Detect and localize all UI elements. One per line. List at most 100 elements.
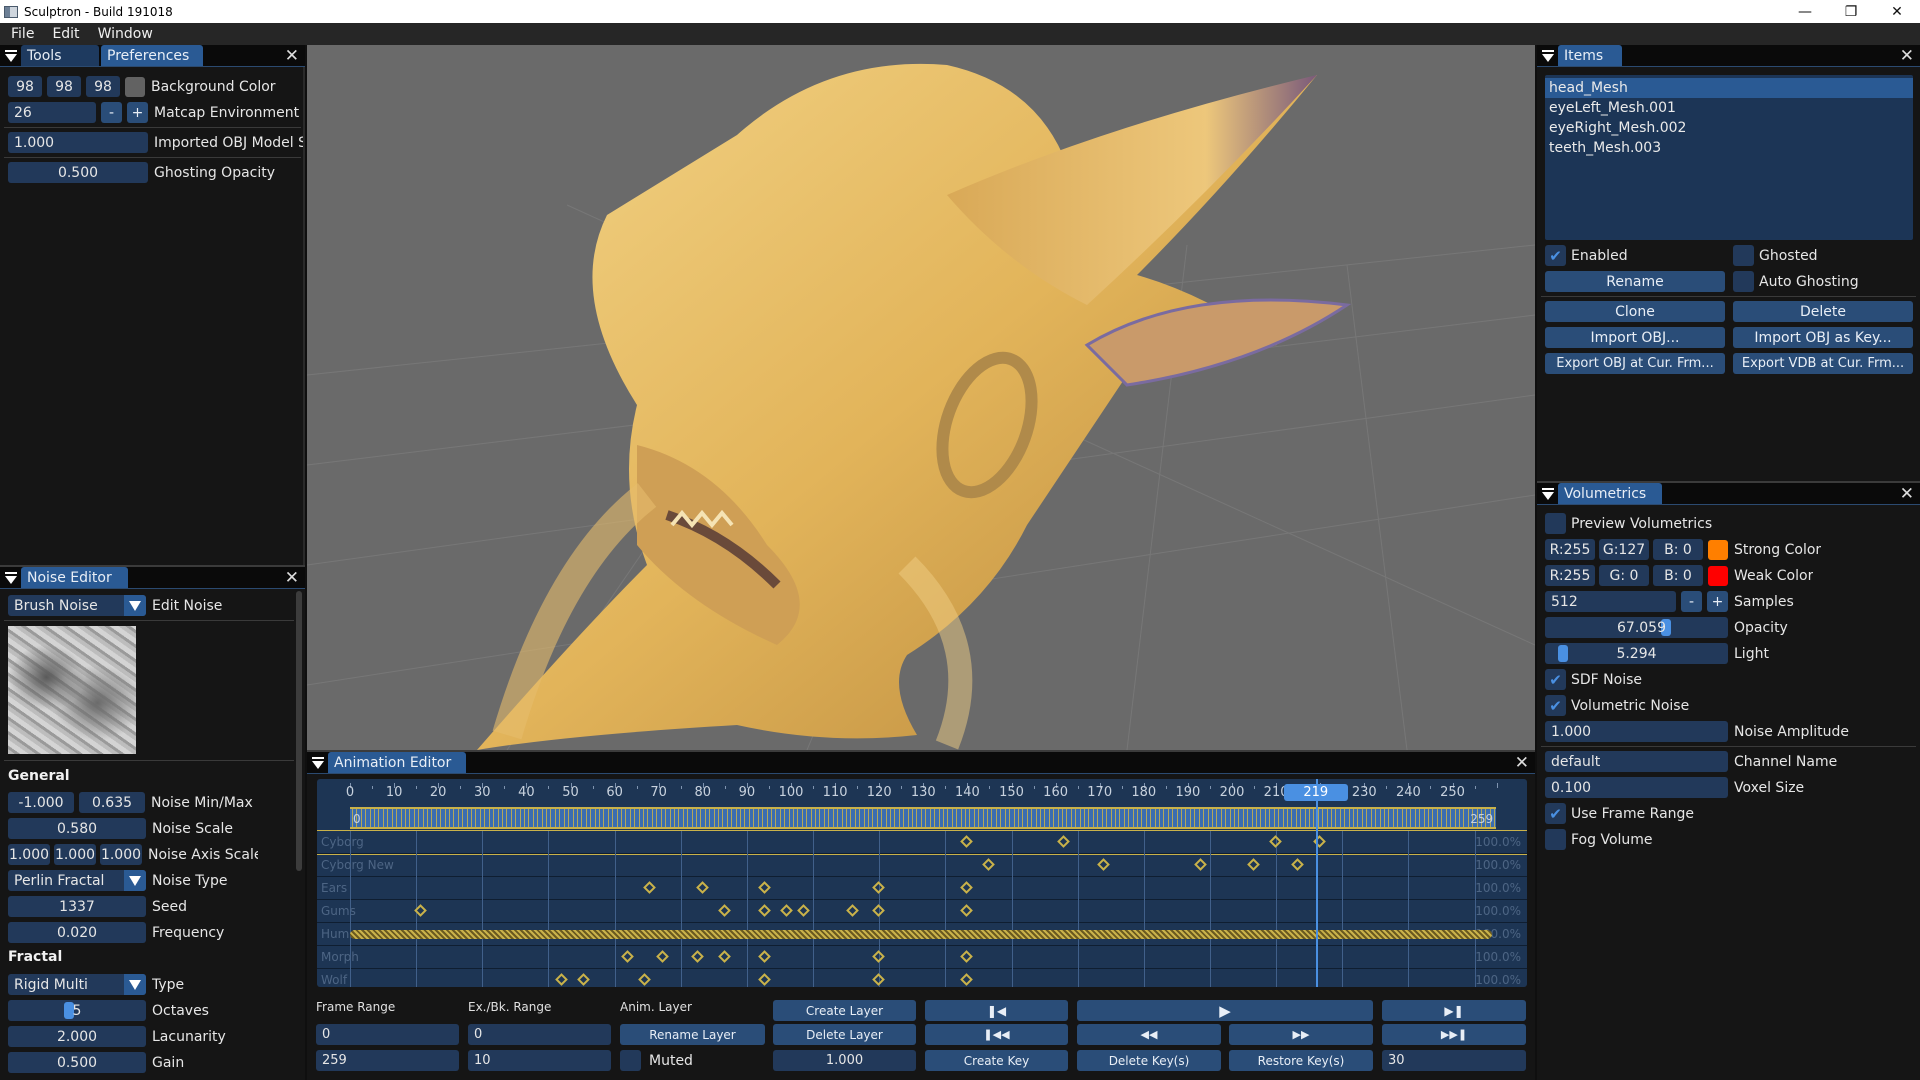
bg-color-swatch[interactable] xyxy=(125,76,145,97)
noise-type-dropdown[interactable]: Perlin Fractal xyxy=(8,870,146,891)
chevron-down-icon[interactable] xyxy=(124,595,146,616)
tab-preferences[interactable]: Preferences xyxy=(101,45,203,66)
restore-icon[interactable]: ❐ xyxy=(1828,0,1874,23)
continuous-keys-band[interactable] xyxy=(350,930,1493,939)
keyframe[interactable] xyxy=(554,973,568,986)
list-item[interactable]: eyeRight_Mesh.002 xyxy=(1545,118,1913,138)
voxel-size-field[interactable]: 0.100 xyxy=(1545,777,1728,798)
bg-b-field[interactable]: 98 xyxy=(86,76,120,97)
collapse-icon[interactable] xyxy=(5,49,17,62)
list-item[interactable]: teeth_Mesh.003 xyxy=(1545,138,1913,158)
list-item[interactable]: eyeLeft_Mesh.001 xyxy=(1545,98,1913,118)
samples-minus-button[interactable]: - xyxy=(1681,591,1702,612)
strong-r-field[interactable]: R:255 xyxy=(1545,539,1595,560)
exbk-end-field[interactable]: 10 xyxy=(468,1050,611,1071)
keyframe[interactable] xyxy=(1291,858,1305,871)
chevron-down-icon[interactable] xyxy=(124,870,146,891)
axis-scale-x-field[interactable]: 1.000 xyxy=(8,844,50,865)
weak-g-field[interactable]: G: 0 xyxy=(1599,565,1649,586)
keyframe[interactable] xyxy=(717,904,731,917)
keyframe[interactable] xyxy=(872,904,886,917)
close-icon[interactable]: ✕ xyxy=(1900,484,1914,504)
play-button[interactable]: ▶ xyxy=(1077,1000,1373,1021)
keyframe[interactable] xyxy=(691,950,705,963)
tab-tools[interactable]: Tools xyxy=(21,45,99,66)
matcap-field[interactable]: 26 xyxy=(8,102,96,123)
gain-field[interactable]: 0.500 xyxy=(8,1052,146,1073)
axis-scale-z-field[interactable]: 1.000 xyxy=(100,844,142,865)
tab-items[interactable]: Items xyxy=(1558,45,1622,66)
delete-layer-button[interactable]: Delete Layer xyxy=(773,1024,916,1045)
keyframe[interactable] xyxy=(960,904,974,917)
keyframe[interactable] xyxy=(643,881,656,894)
track-row[interactable]: Cyborg 100.0% xyxy=(317,830,1527,855)
previous-key-button[interactable]: ◀◀ xyxy=(1077,1024,1221,1045)
bg-r-field[interactable]: 98 xyxy=(8,76,42,97)
keyframe[interactable] xyxy=(872,881,886,894)
keyframe[interactable] xyxy=(982,858,996,871)
bg-g-field[interactable]: 98 xyxy=(47,76,81,97)
fps-field[interactable]: 30 xyxy=(1382,1050,1526,1071)
tab-volumetrics[interactable]: Volumetrics xyxy=(1558,483,1662,504)
channel-name-field[interactable]: default xyxy=(1545,751,1728,772)
clone-button[interactable]: Clone xyxy=(1545,301,1725,322)
chevron-down-icon[interactable] xyxy=(124,974,146,995)
strong-g-field[interactable]: G:127 xyxy=(1599,539,1649,560)
frame-range-start-field[interactable]: 0 xyxy=(316,1024,459,1045)
volumetric-noise-checkbox[interactable]: ✔ xyxy=(1545,695,1566,716)
preview-volumetrics-checkbox[interactable] xyxy=(1545,513,1566,534)
create-layer-button[interactable]: Create Layer xyxy=(773,1000,916,1021)
delete-keys-button[interactable]: Delete Key(s) xyxy=(1077,1050,1221,1071)
track-row[interactable]: Cyborg New 100.0% xyxy=(317,854,1527,877)
auto-ghosting-checkbox[interactable] xyxy=(1733,271,1754,292)
keyframe[interactable] xyxy=(960,950,974,963)
keyframe[interactable] xyxy=(757,950,771,963)
playhead[interactable] xyxy=(1315,779,1318,987)
go-to-end-button[interactable]: ▶❚ xyxy=(1382,1000,1526,1021)
import-obj-key-button[interactable]: Import OBJ as Key... xyxy=(1733,327,1913,348)
strong-color-swatch[interactable] xyxy=(1708,539,1728,560)
lacunarity-field[interactable]: 2.000 xyxy=(8,1026,146,1047)
keyframe[interactable] xyxy=(797,904,811,917)
restore-keys-button[interactable]: Restore Key(s) xyxy=(1229,1050,1373,1071)
keyframe[interactable] xyxy=(1247,858,1260,871)
keyframe[interactable] xyxy=(717,950,731,963)
noise-scale-field[interactable]: 0.580 xyxy=(8,818,146,839)
light-slider-grab[interactable] xyxy=(1557,645,1568,662)
weak-b-field[interactable]: B: 0 xyxy=(1653,565,1703,586)
noise-editor-scrollbar[interactable] xyxy=(296,591,302,871)
frame-range-end-field[interactable]: 259 xyxy=(316,1050,459,1071)
close-icon[interactable]: ✕ xyxy=(285,568,299,588)
strong-b-field[interactable]: B: 0 xyxy=(1653,539,1703,560)
export-vdb-button[interactable]: Export VDB at Cur. Frm... xyxy=(1733,353,1913,374)
keyframe[interactable] xyxy=(620,950,634,963)
close-icon[interactable]: ✕ xyxy=(1874,0,1920,23)
menu-file[interactable]: File xyxy=(0,26,41,42)
layer-weight-field[interactable]: 1.000 xyxy=(773,1050,916,1071)
next-key-button[interactable]: ▶▶ xyxy=(1229,1024,1373,1045)
keyframe[interactable] xyxy=(872,973,886,986)
axis-scale-y-field[interactable]: 1.000 xyxy=(54,844,96,865)
tab-noise-editor[interactable]: Noise Editor xyxy=(21,567,128,588)
delete-button[interactable]: Delete xyxy=(1733,301,1913,322)
import-obj-button[interactable]: Import OBJ... xyxy=(1545,327,1725,348)
track-row[interactable]: Ears 100.0% xyxy=(317,877,1527,900)
close-icon[interactable]: ✕ xyxy=(1900,46,1914,66)
current-frame-badge[interactable]: 219 xyxy=(1283,784,1348,801)
keyframe[interactable] xyxy=(757,881,771,894)
track-row[interactable]: Morph 100.0% xyxy=(317,946,1527,969)
keyframe[interactable] xyxy=(960,835,974,848)
matcap-plus-button[interactable]: + xyxy=(127,102,148,123)
rename-button[interactable]: Rename xyxy=(1545,271,1725,292)
muted-checkbox[interactable] xyxy=(620,1050,641,1071)
collapse-icon[interactable] xyxy=(1542,49,1554,62)
minimize-icon[interactable]: — xyxy=(1782,0,1828,23)
keyframe[interactable] xyxy=(845,904,859,917)
first-key-button[interactable]: ❚◀◀ xyxy=(925,1024,1068,1045)
collapse-icon[interactable] xyxy=(312,756,324,769)
noise-min-field[interactable]: -1.000 xyxy=(8,792,74,813)
brush-noise-dropdown[interactable]: Brush Noise xyxy=(8,595,146,616)
keyframe[interactable] xyxy=(757,973,771,986)
light-slider[interactable]: 5.294 xyxy=(1545,643,1728,664)
tab-animation-editor[interactable]: Animation Editor xyxy=(328,752,466,773)
